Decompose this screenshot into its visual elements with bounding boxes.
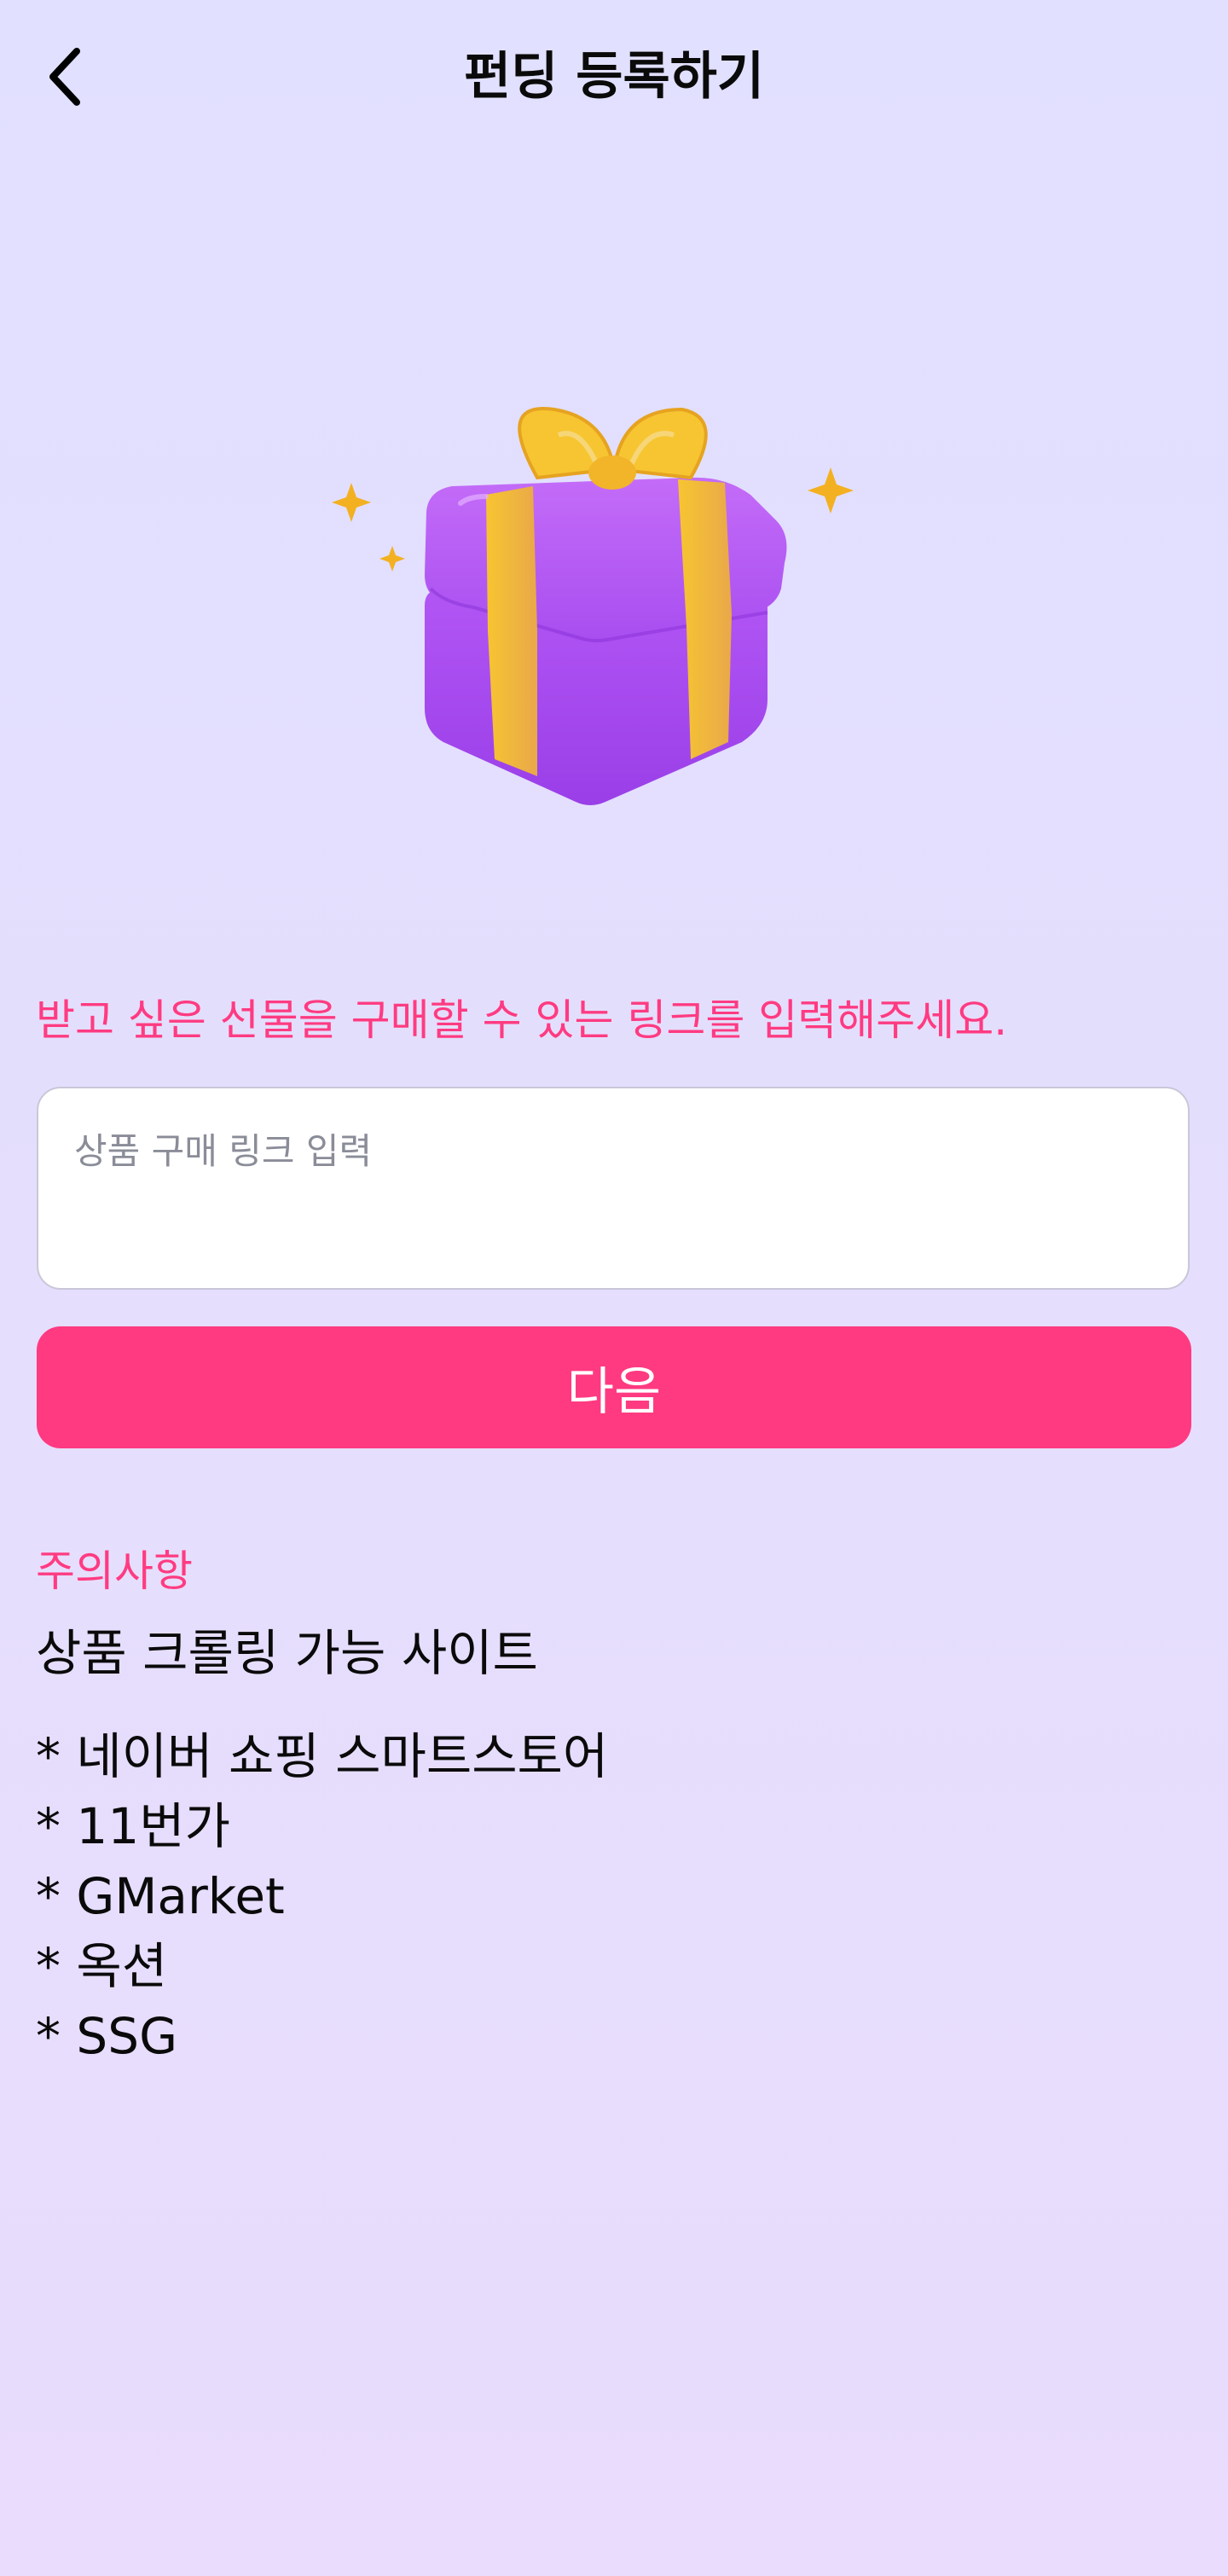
product-link-input[interactable] — [37, 1087, 1190, 1290]
page-title: 펀딩 등록하기 — [463, 47, 765, 107]
notice-section: 주의사항 상품 크롤링 가능 사이트 * 네이버 쇼핑 스마트스토어 * 11번… — [36, 1540, 1144, 2071]
notice-title: 주의사항 — [36, 1546, 193, 1596]
list-item: * SSG — [36, 2007, 178, 2065]
app-header: 펀딩 등록하기 — [0, 0, 1228, 154]
gift-illustration — [324, 384, 870, 827]
list-item: * 11번가 — [36, 1797, 230, 1855]
list-item: * GMarket — [36, 1867, 285, 1925]
supported-site-list: * 네이버 쇼핑 스마트스토어 * 11번가 * GMarket * 옥션 * … — [36, 1721, 1144, 2071]
list-item: * 옥션 — [36, 1937, 168, 1995]
gift-box-icon — [332, 407, 854, 805]
notice-subtitle: 상품 크롤링 가능 사이트 — [36, 1624, 538, 1682]
next-button[interactable]: 다음 — [37, 1326, 1191, 1448]
link-instruction: 받고 싶은 선물을 구매할 수 있는 링크를 입력해주세요. — [36, 995, 1008, 1045]
list-item: * 네이버 쇼핑 스마트스토어 — [36, 1727, 609, 1785]
